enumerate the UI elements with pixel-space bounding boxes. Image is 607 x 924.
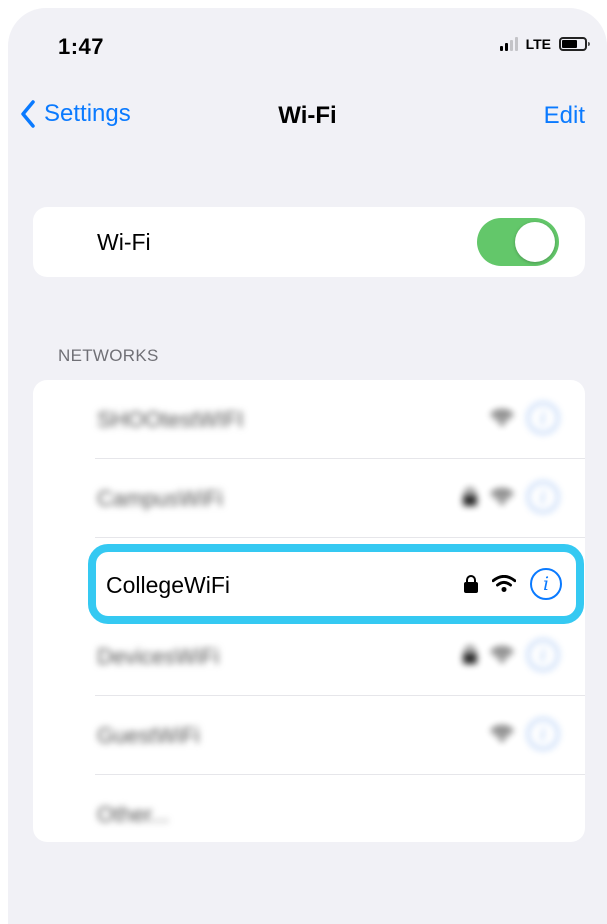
network-row-icons: i — [464, 568, 562, 600]
info-icon[interactable]: i — [527, 481, 559, 513]
wifi-signal-icon — [491, 489, 513, 505]
lock-icon — [463, 488, 477, 506]
network-name: CollegeWiFi — [106, 572, 230, 598]
network-row-icons: i — [491, 402, 559, 434]
toggle-knob — [515, 222, 555, 262]
network-name: SHOOtestWIFI — [97, 407, 244, 432]
phone-screen: 1:47 LTE Settings Wi-Fi Edit Wi-Fi NETWO… — [8, 8, 607, 924]
network-row[interactable]: DevicesWiFi i — [33, 617, 585, 696]
network-name: CampusWiFi — [97, 486, 223, 511]
network-row-icons: i — [463, 481, 559, 513]
info-icon[interactable]: i — [527, 402, 559, 434]
network-row[interactable]: SHOOtestWIFI i — [33, 380, 585, 459]
wifi-signal-icon — [492, 575, 516, 592]
wifi-toggle-label: Wi-Fi — [97, 229, 151, 255]
battery-icon — [559, 37, 590, 51]
info-icon[interactable]: i — [530, 568, 562, 600]
status-indicators: LTE — [499, 36, 590, 52]
lock-icon — [464, 575, 478, 593]
network-name: DevicesWiFi — [97, 644, 220, 669]
wifi-signal-icon — [491, 726, 513, 742]
cellular-signal-icon — [499, 37, 518, 51]
status-time: 1:47 — [58, 34, 105, 59]
network-type: LTE — [525, 36, 551, 52]
network-row[interactable]: CampusWiFi i — [33, 459, 585, 538]
networks-section-header: NETWORKS — [58, 346, 159, 365]
highlighted-network-row[interactable]: CollegeWiFi i — [88, 544, 584, 624]
status-bar: 1:47 LTE — [8, 8, 607, 78]
lock-icon — [463, 646, 477, 664]
network-row-icons: i — [491, 718, 559, 750]
page-title: Wi-Fi — [278, 102, 337, 129]
info-icon[interactable]: i — [527, 639, 559, 671]
network-row[interactable]: GuestWiFi i — [33, 696, 585, 775]
wifi-toggle-switch[interactable] — [477, 218, 559, 266]
network-row-icons: i — [463, 639, 559, 671]
network-name: GuestWiFi — [97, 723, 200, 748]
other-network-row[interactable]: Other... — [33, 775, 585, 854]
wifi-signal-icon — [491, 410, 513, 426]
wifi-toggle-card: Wi-Fi — [33, 207, 585, 277]
edit-button[interactable]: Edit — [544, 102, 585, 130]
navigation-bar: Settings Wi-Fi Edit — [8, 88, 607, 142]
other-network-label: Other... — [97, 802, 170, 827]
wifi-signal-icon — [491, 647, 513, 663]
info-icon[interactable]: i — [527, 718, 559, 750]
